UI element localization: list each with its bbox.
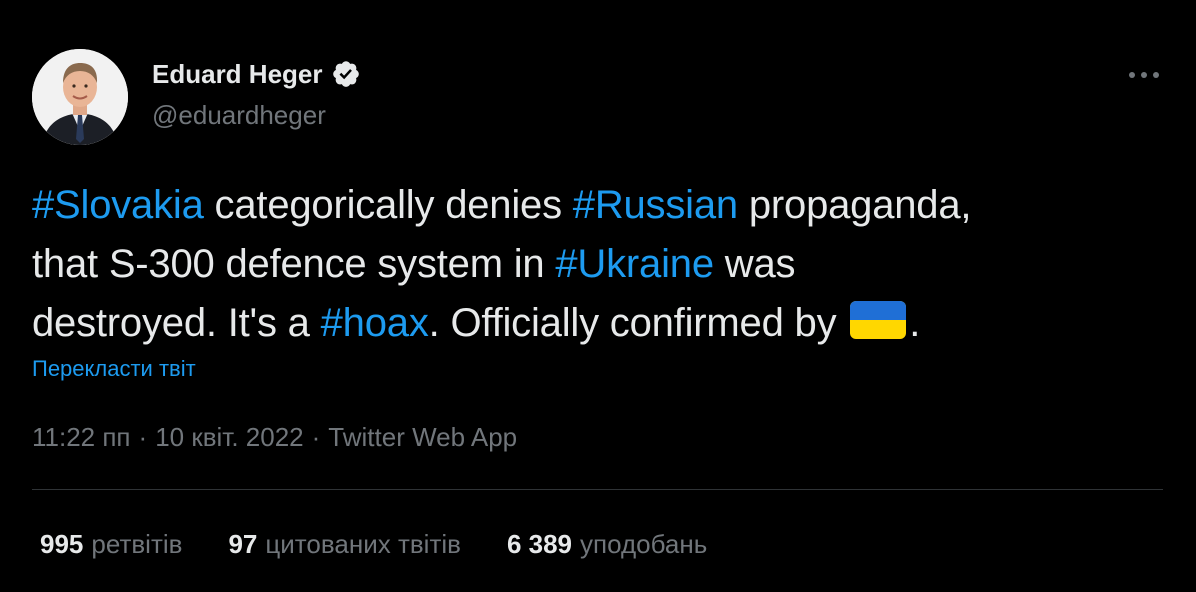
verified-badge-icon xyxy=(332,61,359,87)
tweet-line: #Slovakia categorically denies #Russian … xyxy=(32,176,1142,235)
tweet-text-segment: categorically denies xyxy=(203,183,573,227)
tweet-text-segment: destroyed. It's a xyxy=(32,301,321,345)
retweets-label: ретвітів xyxy=(91,529,183,559)
tweet-date[interactable]: 10 квіт. 2022 xyxy=(155,422,303,452)
tweet-text-segment: . xyxy=(909,301,921,345)
tweet-line: that S-300 defence system in #Ukraine wa… xyxy=(32,235,1142,294)
avatar[interactable] xyxy=(32,49,128,145)
likes-label: уподобань xyxy=(580,529,708,559)
author-handle[interactable]: @eduardheger xyxy=(152,99,326,131)
quotes-label: цитованих твітів xyxy=(265,529,461,559)
profile-photo-icon xyxy=(32,49,128,145)
hashtag-ukraine[interactable]: #Ukraine xyxy=(555,242,714,286)
more-options-button[interactable] xyxy=(1124,60,1164,90)
tweet-text-segment: propaganda, xyxy=(737,183,972,227)
quotes-count: 97 xyxy=(228,529,258,559)
hashtag-slovakia[interactable]: #Slovakia xyxy=(32,183,204,227)
translate-tweet-link[interactable]: Перекласти твіт xyxy=(32,354,196,384)
quotes-stat[interactable]: 97 цитованих твітів xyxy=(228,527,461,561)
tweet-text-segment: . Officially confirmed by xyxy=(428,301,848,345)
meta-separator: · xyxy=(311,422,321,452)
tweet-text-segment: was xyxy=(713,242,796,286)
tweet-line: destroyed. It's a #hoax. Officially conf… xyxy=(32,294,1142,353)
author-name-text: Eduard Heger xyxy=(152,59,323,89)
tweet-source[interactable]: Twitter Web App xyxy=(328,422,517,452)
tweet-meta: 11:22 пп · 10 квіт. 2022 · Twitter Web App xyxy=(32,420,517,454)
tweet-card: Eduard Heger @eduardheger #Slovakia cate… xyxy=(0,0,1196,592)
ukraine-flag-emoji-icon xyxy=(850,301,907,339)
meta-separator: · xyxy=(138,422,148,452)
hashtag-hoax[interactable]: #hoax xyxy=(321,301,429,345)
tweet-stats: 995 ретвітів 97 цитованих твітів 6 389 упод… xyxy=(40,527,707,561)
retweets-count: 995 xyxy=(40,529,84,559)
likes-stat[interactable]: 6 389 уподобань xyxy=(507,527,707,561)
tweet-text: #Slovakia categorically denies #Russian … xyxy=(32,176,1142,353)
hashtag-russian[interactable]: #Russian xyxy=(573,183,738,227)
tweet-text-segment: that S-300 defence system in xyxy=(32,242,556,286)
more-horizontal-icon xyxy=(1129,72,1159,78)
tweet-time[interactable]: 11:22 пп xyxy=(32,422,131,452)
author-name[interactable]: Eduard Heger xyxy=(152,58,361,90)
likes-count: 6 389 xyxy=(506,529,573,559)
retweets-stat[interactable]: 995 ретвітів xyxy=(40,527,182,561)
divider xyxy=(32,489,1163,490)
